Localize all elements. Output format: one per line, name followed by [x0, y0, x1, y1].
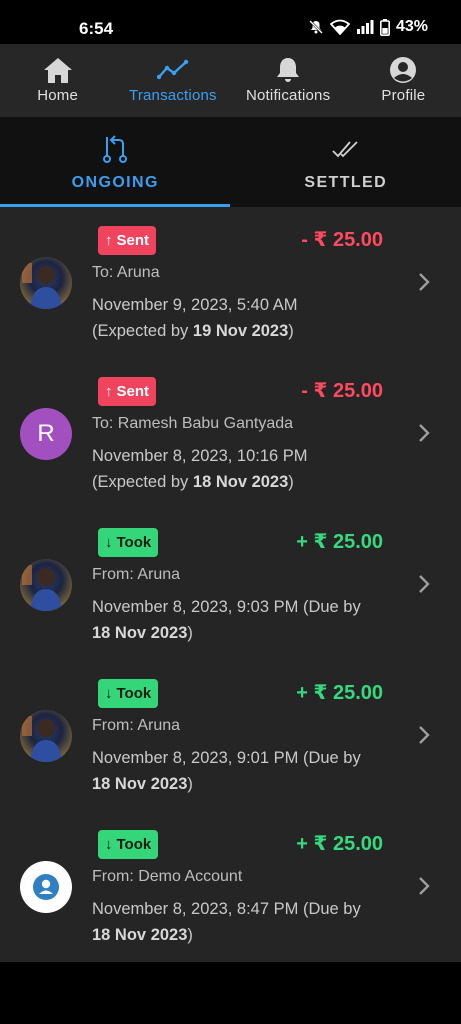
nav-notifications[interactable]: Notifications: [231, 44, 346, 117]
took-badge: ↓ Took: [98, 679, 159, 708]
tab-ongoing-label: ONGOING: [71, 174, 159, 191]
transaction-list: ↑ Sent - ₹ 25.00 To: Aruna November 9, 2…: [0, 207, 461, 962]
transaction-details: November 8, 2023, 9:01 PM (Due by 18 Nov…: [92, 745, 392, 797]
transaction-details: November 8, 2023, 8:47 PM (Due by 18 Nov…: [92, 896, 392, 948]
chart-line-icon: [156, 55, 189, 85]
transaction-amount: + ₹ 25.00: [296, 833, 383, 855]
nav-transactions-label: Transactions: [129, 87, 217, 104]
battery-percent: 43%: [395, 18, 428, 35]
avatar-photo: [20, 257, 72, 309]
badge-label: Sent: [116, 232, 150, 249]
chevron-right-icon: [419, 575, 430, 593]
battery-icon: [379, 18, 390, 36]
expected-suffix: ): [187, 926, 193, 944]
transaction-expected: 18 Nov 2023): [92, 771, 392, 797]
transaction-item[interactable]: ↓ Took + ₹ 25.00 From: Aruna November 8,…: [0, 660, 461, 811]
sent-badge: ↑ Sent: [98, 377, 157, 406]
avatar-letter: R: [20, 408, 72, 460]
chevron-right-icon: [419, 877, 430, 895]
transaction-party: From: Aruna: [92, 717, 181, 734]
transaction-party: From: Demo Account: [92, 868, 243, 885]
tab-settled-label: SETTLED: [304, 174, 388, 191]
nav-profile-label: Profile: [381, 87, 426, 104]
transaction-party: To: Aruna: [92, 264, 160, 281]
took-badge: ↓ Took: [98, 528, 159, 557]
transaction-amount: - ₹ 25.00: [301, 229, 383, 251]
arrow-down-icon: ↓: [105, 836, 113, 853]
expected-date: 18 Nov 2023: [92, 775, 188, 793]
signal-icon: [356, 20, 374, 34]
sent-badge: ↑ Sent: [98, 226, 157, 255]
expected-suffix: ): [288, 322, 294, 340]
badge-label: Took: [116, 836, 152, 853]
mute-icon: [309, 20, 323, 34]
transaction-datetime: November 9, 2023, 5:40 AM: [92, 296, 298, 314]
transaction-tabs: ONGOING SETTLED: [0, 117, 461, 207]
nav-home[interactable]: Home: [0, 44, 115, 117]
chevron-right-icon: [419, 424, 430, 442]
nav-home-label: Home: [37, 87, 79, 104]
expected-date: 18 Nov 2023: [92, 624, 188, 642]
transaction-expected: (Expected by 19 Nov 2023): [92, 318, 392, 344]
expected-suffix: ): [288, 473, 294, 491]
transaction-details: November 8, 2023, 10:16 PM (Expected by …: [92, 443, 392, 495]
transaction-amount: - ₹ 25.00: [301, 380, 383, 402]
status-bar: 6:54 43%: [0, 0, 461, 44]
arrow-up-icon: ↑: [105, 232, 113, 249]
arrow-down-icon: ↓: [105, 685, 113, 702]
tab-settled[interactable]: SETTLED: [231, 117, 461, 207]
badge-label: Took: [116, 534, 152, 551]
badge-label: Took: [116, 685, 152, 702]
chevron-right-icon: [419, 726, 430, 744]
transaction-item[interactable]: ↑ Sent - ₹ 25.00 To: Aruna November 9, 2…: [0, 207, 461, 358]
transaction-item[interactable]: R ↑ Sent - ₹ 25.00 To: Ramesh Babu Ganty…: [0, 358, 461, 509]
wifi-icon: [329, 19, 350, 35]
transaction-amount: + ₹ 25.00: [296, 531, 383, 553]
transaction-item[interactable]: ↓ Took + ₹ 25.00 From: Demo Account Nove…: [0, 811, 461, 962]
double-check-icon: [331, 134, 361, 164]
nav-profile[interactable]: Profile: [346, 44, 461, 117]
avatar-photo: [20, 710, 72, 762]
expected-prefix: (Expected by: [92, 322, 193, 340]
transaction-amount: + ₹ 25.00: [296, 682, 383, 704]
transaction-details: November 8, 2023, 9:03 PM (Due by 18 Nov…: [92, 594, 392, 646]
arrow-up-icon: ↑: [105, 383, 113, 400]
transaction-datetime: November 8, 2023, 10:16 PM: [92, 447, 308, 465]
home-icon: [42, 55, 74, 85]
transaction-expected: 18 Nov 2023): [92, 922, 392, 948]
tab-ongoing[interactable]: ONGOING: [0, 117, 231, 207]
avatar-default: [20, 861, 72, 913]
transaction-expected: (Expected by 18 Nov 2023): [92, 469, 392, 495]
avatar-photo: [20, 559, 72, 611]
compare-arrows-icon: [102, 134, 128, 164]
expected-date: 18 Nov 2023: [192, 473, 289, 491]
top-nav: Home Transactions Notifications Profile: [0, 44, 461, 117]
nav-notifications-label: Notifications: [245, 87, 331, 104]
transaction-party: From: Aruna: [92, 566, 181, 583]
transaction-details: November 9, 2023, 5:40 AM (Expected by 1…: [92, 292, 392, 344]
transaction-datetime: November 8, 2023, 9:01 PM (Due by: [92, 749, 361, 767]
bell-icon: [275, 55, 301, 85]
profile-icon: [389, 55, 417, 85]
arrow-down-icon: ↓: [105, 534, 113, 551]
expected-suffix: ): [187, 624, 193, 642]
status-icons: 43%: [308, 18, 428, 36]
transaction-item[interactable]: ↓ Took + ₹ 25.00 From: Aruna November 8,…: [0, 509, 461, 660]
transaction-expected: 18 Nov 2023): [92, 620, 392, 646]
transaction-datetime: November 8, 2023, 9:03 PM (Due by: [92, 598, 361, 616]
badge-label: Sent: [116, 383, 150, 400]
transaction-party: To: Ramesh Babu Gantyada: [92, 415, 294, 432]
expected-prefix: (Expected by: [92, 473, 193, 491]
expected-date: 19 Nov 2023: [192, 322, 289, 340]
expected-suffix: ): [187, 775, 193, 793]
transaction-datetime: November 8, 2023, 8:47 PM (Due by: [92, 900, 361, 918]
took-badge: ↓ Took: [98, 830, 159, 859]
nav-transactions[interactable]: Transactions: [115, 44, 230, 117]
chevron-right-icon: [419, 273, 430, 291]
expected-date: 18 Nov 2023: [92, 926, 188, 944]
person-icon: [33, 874, 59, 900]
status-time: 6:54: [79, 19, 114, 38]
